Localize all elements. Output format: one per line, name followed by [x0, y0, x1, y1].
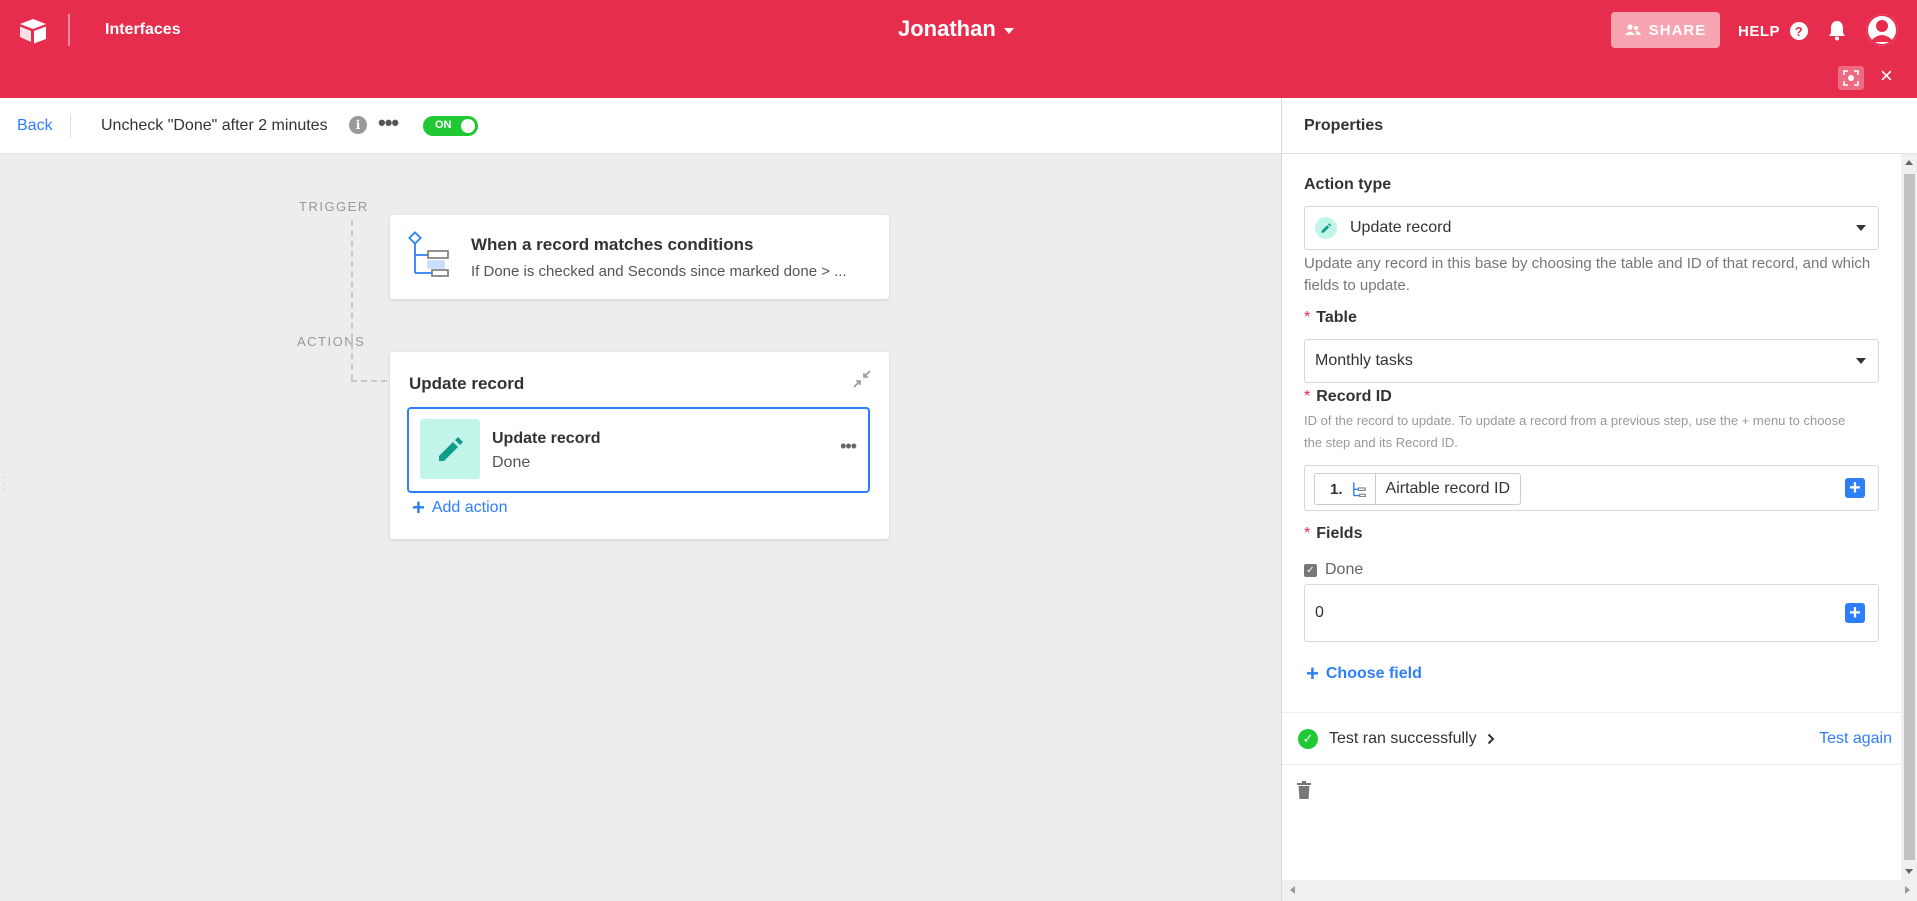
vertical-scrollbar[interactable] [1901, 154, 1917, 880]
close-icon[interactable]: × [1880, 64, 1893, 88]
logo-divider [68, 14, 70, 46]
base-name: Jonathan [898, 16, 996, 41]
collapse-icon[interactable] [853, 370, 871, 388]
top-bar: Interfaces Jonathan SHARE HELP ? × [0, 0, 1917, 98]
actions-card: Update record Update record Done ••• + A… [390, 352, 889, 539]
horizontal-scrollbar[interactable] [1282, 880, 1917, 901]
required-marker: * [1304, 388, 1311, 405]
caret-down-icon [1856, 225, 1866, 231]
plus-icon: + [412, 495, 425, 520]
flow-connector-branch [351, 380, 387, 382]
required-marker: * [1304, 525, 1311, 542]
actions-card-title: Update record [409, 374, 525, 393]
field-value: 0 [1315, 604, 1324, 621]
automation-header: Back Uncheck "Done" after 2 minutes i ••… [0, 98, 1281, 154]
field-name: Done [1325, 561, 1364, 578]
action-type-value: Update record [1350, 219, 1452, 236]
help-icon: ? [1790, 22, 1809, 40]
avatar-icon[interactable] [1866, 14, 1898, 46]
step-subtitle: Done [492, 454, 531, 471]
insert-token-button[interactable]: + [1845, 603, 1865, 623]
automation-toggle[interactable]: ON [423, 116, 478, 136]
properties-header: Properties [1282, 98, 1917, 154]
table-select[interactable]: Monthly tasks [1304, 339, 1879, 383]
test-status-text: Test ran successfully [1329, 730, 1477, 747]
plus-icon: + [1306, 661, 1319, 686]
scroll-right-icon[interactable] [1905, 886, 1910, 894]
checkbox-icon: ✓ [1304, 563, 1317, 577]
record-id-input[interactable]: 1. Airtable record ID + [1304, 465, 1879, 511]
airtable-logo-icon[interactable] [18, 18, 48, 44]
automation-name[interactable]: Uncheck "Done" after 2 minutes [101, 117, 328, 135]
scrollbar-thumb[interactable] [1904, 174, 1915, 860]
action-type-label: Action type [1304, 176, 1392, 193]
pencil-icon [439, 437, 463, 461]
share-label: SHARE [1648, 21, 1707, 39]
test-status-row: ✓ Test ran successfully Test again [1282, 712, 1902, 764]
choose-field-button[interactable]: + Choose field [1306, 661, 1422, 686]
share-button[interactable]: SHARE [1611, 12, 1720, 48]
caret-down-icon [1856, 358, 1866, 364]
action-type-select[interactable]: Update record [1304, 206, 1879, 250]
record-id-help: ID of the record to update. To update a … [1304, 413, 1846, 450]
scroll-left-icon[interactable] [1290, 886, 1295, 894]
trigger-section-label: TRIGGER [299, 199, 369, 214]
header-divider [70, 114, 71, 138]
bell-icon[interactable] [1827, 19, 1847, 41]
token-step: 1. [1315, 474, 1376, 504]
required-marker: * [1304, 309, 1311, 326]
step-title: Update record [492, 430, 601, 447]
resize-handle[interactable]: · · · [3, 473, 7, 499]
action-step-update-record[interactable]: Update record Done ••• [407, 407, 870, 493]
test-again-button[interactable]: Test again [1819, 730, 1892, 748]
fullscreen-icon[interactable] [1838, 66, 1864, 90]
caret-down-icon [1003, 27, 1014, 34]
scroll-up-icon[interactable] [1905, 160, 1913, 165]
help-button[interactable]: HELP ? [1738, 22, 1809, 40]
interfaces-link[interactable]: Interfaces [105, 21, 181, 39]
properties-scroll-area: Action type Update record Update any rec… [1282, 154, 1902, 820]
share-users-icon [1624, 24, 1641, 35]
table-label: * Table [1304, 309, 1357, 326]
table-value: Monthly tasks [1315, 352, 1413, 369]
scroll-down-icon[interactable] [1905, 869, 1913, 874]
check-circle-icon: ✓ [1298, 729, 1318, 749]
action-description: Update any record in this base by choosi… [1304, 255, 1871, 294]
pencil-icon [1315, 217, 1337, 239]
trigger-title: When a record matches conditions [471, 235, 754, 254]
record-id-token[interactable]: 1. Airtable record ID [1314, 473, 1522, 505]
help-label: HELP [1738, 22, 1781, 40]
trigger-conditions-icon [408, 231, 449, 277]
properties-panel: Properties Action type Update record Upd… [1281, 98, 1917, 901]
trigger-conditions: If Done is checked and Seconds since mar… [471, 263, 847, 280]
toggle-label: ON [435, 119, 452, 131]
record-id-label: * Record ID [1304, 388, 1392, 405]
field-value-input[interactable]: 0 + [1304, 584, 1879, 642]
step-icon [420, 419, 480, 479]
choose-field-label: Choose field [1325, 665, 1422, 682]
trigger-conditions-icon [1352, 482, 1366, 497]
token-field: Airtable record ID [1385, 480, 1511, 497]
properties-title: Properties [1304, 117, 1384, 134]
actions-section-label: ACTIONS [297, 334, 366, 349]
trash-icon[interactable] [1297, 781, 1311, 799]
base-name-menu[interactable]: Jonathan [898, 16, 1014, 42]
test-status[interactable]: Test ran successfully [1329, 730, 1495, 748]
add-action-label: Add action [431, 499, 508, 516]
insert-token-button[interactable]: + [1845, 478, 1865, 498]
back-link[interactable]: Back [17, 117, 53, 135]
fields-label: * Fields [1304, 525, 1363, 542]
trigger-card[interactable]: When a record matches conditions If Done… [390, 215, 889, 299]
field-item-done[interactable]: ✓ Done [1304, 561, 1363, 579]
info-icon[interactable]: i [349, 116, 367, 134]
flow-connector [351, 220, 353, 380]
more-icon[interactable]: ••• [378, 110, 399, 136]
add-action-button[interactable]: + Add action [412, 495, 508, 520]
step-more-icon[interactable]: ••• [840, 436, 857, 457]
toggle-knob [461, 119, 475, 133]
delete-row [1282, 764, 1902, 818]
chevron-right-icon [1487, 733, 1495, 745]
